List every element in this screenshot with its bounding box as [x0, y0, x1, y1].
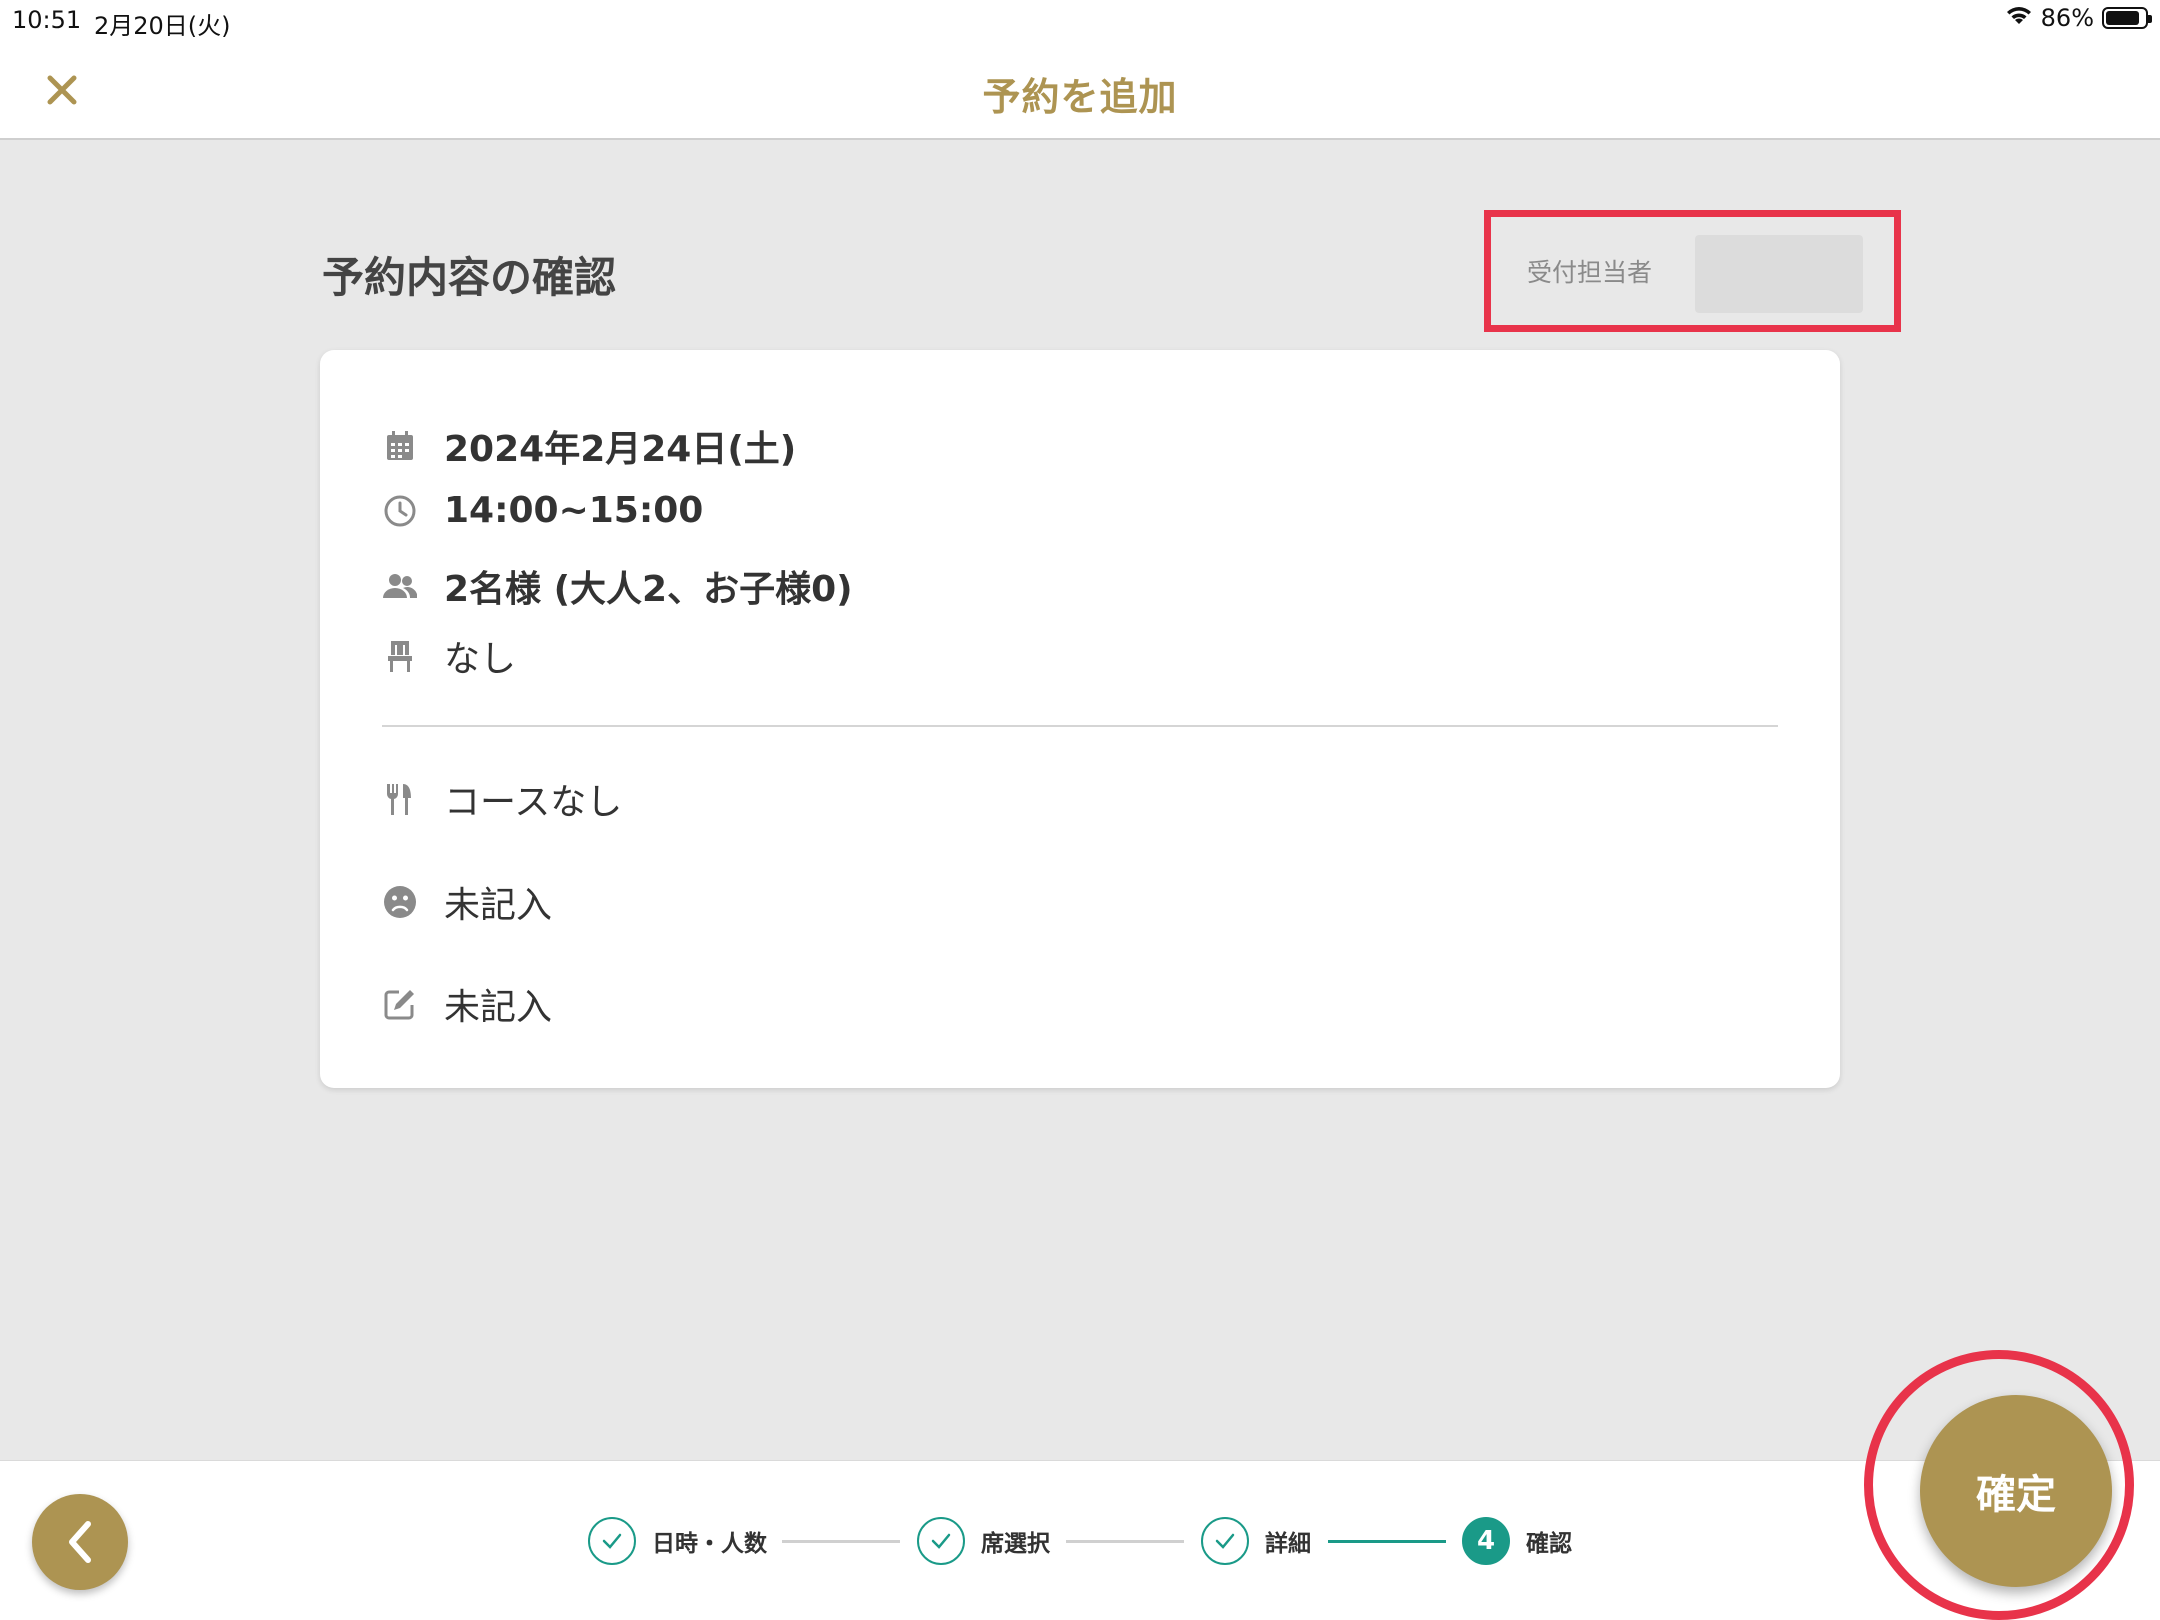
battery-icon	[2102, 7, 2152, 29]
check-icon	[1201, 1517, 1249, 1565]
date-row: 2024年2月24日(土)	[382, 420, 796, 472]
wifi-icon	[2005, 4, 2033, 32]
chair-icon	[382, 638, 418, 674]
step-number: 4	[1462, 1517, 1510, 1565]
memo-value: 未記入	[444, 987, 553, 1028]
status-date: 2月20日(火)	[94, 12, 231, 40]
step-details: 詳細	[1201, 1517, 1311, 1565]
status-time: 10:51	[12, 6, 82, 34]
step-datetime: 日時・人数	[588, 1517, 767, 1565]
battery-fill	[2106, 11, 2139, 25]
check-icon	[917, 1517, 965, 1565]
step-connector-active	[1328, 1540, 1446, 1543]
status-bar: 10:51 2月20日(火) 86%	[0, 0, 2160, 40]
reservation-date: 2024年2月24日(土)	[444, 429, 797, 470]
divider	[382, 725, 1778, 727]
sad-face-icon	[382, 884, 418, 920]
people-icon	[382, 568, 418, 604]
calendar-icon	[382, 428, 418, 464]
step-label: 確認	[1526, 1531, 1572, 1557]
progress-stepper: 日時・人数 席選択 詳細 4 確認	[0, 1461, 2160, 1620]
battery-percent: 86%	[2040, 4, 2094, 32]
page-title: 予約を追加	[982, 75, 1178, 119]
course-row: コースなし	[382, 773, 622, 825]
step-label: 日時・人数	[652, 1531, 767, 1557]
reservation-summary-card: 2024年2月24日(土) 14:00~15:00 2名様 (大人2、お子様0)…	[320, 350, 1840, 1088]
guest-count: 2名様 (大人2、お子様0)	[444, 569, 853, 610]
allergy-value: 未記入	[444, 885, 553, 926]
course-value: コースなし	[444, 782, 623, 823]
seat-row: なし	[382, 630, 516, 682]
step-seat: 席選択	[917, 1517, 1050, 1565]
guests-row: 2名様 (大人2、お子様0)	[382, 560, 853, 612]
seat-value: なし	[444, 639, 517, 680]
step-connector	[1066, 1540, 1184, 1543]
edit-icon	[382, 986, 418, 1022]
receptionist-label: 受付担当者	[1527, 258, 1653, 287]
step-connector	[782, 1540, 900, 1543]
app-root: 10:51 2月20日(火) 86% 予約を追加 予約内容の確認 受付担当者 2…	[0, 0, 2160, 1620]
memo-row: 未記入	[382, 978, 552, 1030]
bottom-bar: 日時・人数 席選択 詳細 4 確認	[0, 1460, 2160, 1620]
receptionist-select[interactable]	[1695, 235, 1863, 313]
check-icon	[588, 1517, 636, 1565]
step-label: 詳細	[1265, 1531, 1311, 1557]
clock-icon	[382, 493, 418, 529]
reservation-time: 14:00~15:00	[444, 490, 704, 531]
header: 予約を追加	[0, 40, 2160, 140]
allergy-row: 未記入	[382, 876, 552, 928]
time-row: 14:00~15:00	[382, 490, 703, 531]
receptionist-highlight: 受付担当者	[1484, 210, 1901, 332]
status-indicators: 86%	[2005, 4, 2152, 32]
step-confirm: 4 確認	[1462, 1517, 1572, 1565]
cutlery-icon	[382, 781, 418, 817]
step-label: 席選択	[981, 1531, 1050, 1557]
confirm-button[interactable]: 確定	[1920, 1395, 2112, 1587]
section-title: 予約内容の確認	[322, 253, 617, 302]
